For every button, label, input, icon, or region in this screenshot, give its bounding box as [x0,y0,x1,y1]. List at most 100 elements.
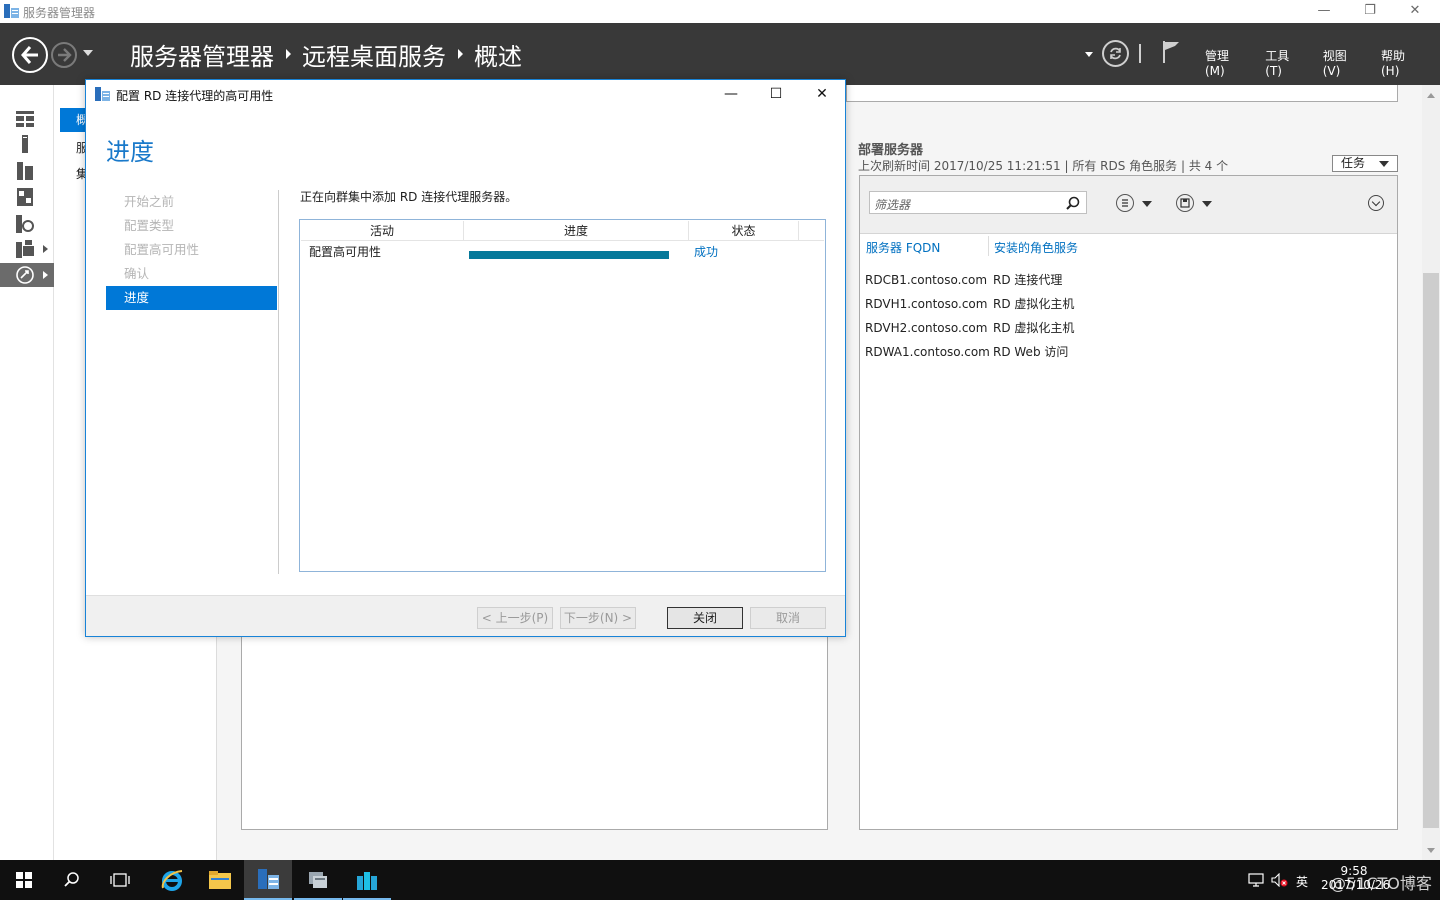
tasks-button[interactable]: 任务 [1332,155,1398,172]
expand-arrow-icon[interactable] [43,245,48,253]
progress-bar [469,251,669,259]
wizard-step: 开始之前 [124,194,175,209]
taskbar-explorer[interactable] [196,860,244,900]
table-row[interactable]: RDVH1.contoso.com RD 虚拟化主机 [865,295,1074,312]
chevron-down-icon[interactable] [1142,201,1152,207]
column-header-status[interactable]: 状态 [689,221,799,241]
collapse-panel-button[interactable] [1368,195,1384,211]
breadcrumb-item[interactable]: 服务器管理器 [130,37,274,72]
scrollbar-thumb[interactable] [1423,273,1439,828]
chevron-down-icon [1379,161,1389,167]
dialog-minimize-button[interactable]: — [708,80,754,108]
local-server-icon[interactable] [16,135,34,153]
task-view-button[interactable] [96,860,144,900]
arrow-left-icon [21,46,38,64]
table-row[interactable]: RDCB1.contoso.com RD 连接代理 [865,271,1062,288]
cancel-button[interactable]: 取消 [750,607,826,629]
previous-button[interactable]: < 上一步(P) [477,607,553,629]
ime-indicator[interactable]: 英 [1296,873,1308,890]
list-options-icon[interactable] [1116,194,1134,212]
scroll-up-icon[interactable] [1427,93,1435,98]
remote-desktop-app-icon [357,872,377,890]
breadcrumb-item[interactable]: 远程桌面服务 [302,37,446,72]
restore-button[interactable]: ❐ [1347,0,1393,23]
menu-view[interactable]: 视图(V) [1323,47,1362,78]
menu-help[interactable]: 帮助(H) [1381,47,1421,78]
close-window-button[interactable]: ✕ [1392,0,1438,23]
expand-arrow-icon[interactable] [43,271,48,279]
deployment-servers-panel: 筛选器 服务器 FQDN 安装的角色服务 RDCB1.contoso.com RD… [859,175,1398,830]
menu-manage[interactable]: 管理(M) [1205,47,1246,78]
header-divider [1139,44,1141,63]
status-cell: 成功 [694,245,719,259]
taskbar-server-manager[interactable] [244,860,292,900]
wizard-step: 确认 [124,266,150,281]
taskbar-hyperv-manager[interactable] [294,860,342,900]
breadcrumb-item[interactable]: 概述 [474,37,522,72]
vertical-scrollbar[interactable] [1422,85,1440,860]
hyperv-manager-icon [309,872,327,888]
network-icon[interactable] [1248,873,1264,887]
table-row[interactable]: RDWA1.contoso.com RD Web 访问 [865,343,1068,360]
left-nav [0,85,54,860]
overview-panel-edge [846,85,1398,102]
scroll-down-icon[interactable] [1427,848,1435,853]
print-services-icon[interactable] [16,240,34,258]
file-storage-icon[interactable] [16,188,34,206]
column-header-roles[interactable]: 安装的角色服务 [994,239,1078,256]
deployment-overview-panel [241,637,828,830]
history-dropdown-icon[interactable] [83,50,93,56]
servers-toolbar: 筛选器 [860,176,1397,234]
folder-icon [209,871,231,889]
dialog-titlebar: 配置 RD 连接代理的高可用性 — ☐ ✕ [86,80,845,108]
deployment-servers-title: 部署服务器 [858,143,924,158]
back-button[interactable] [12,37,48,73]
server-manager-icon [95,87,110,101]
window-titlebar: 服务器管理器 — ❐ ✕ [0,0,1440,23]
taskbar-ie[interactable] [148,860,196,900]
activity-cell: 配置高可用性 [309,245,382,259]
windows-logo-icon [16,872,32,888]
wizard-step-active[interactable]: 进度 [106,286,277,310]
wizard-step: 配置类型 [124,218,175,233]
configure-ha-dialog: 配置 RD 连接代理的高可用性 — ☐ ✕ 进度 开始之前 配置类型 配置高可用… [85,79,846,637]
page-title: 进度 [106,138,154,166]
header-dropdown-icon[interactable] [1085,52,1093,57]
dialog-close-button[interactable]: ✕ [799,80,845,108]
dialog-maximize-button[interactable]: ☐ [753,80,799,108]
wizard-step: 配置高可用性 [124,242,200,257]
minimize-button[interactable]: — [1301,0,1347,23]
taskbar-app[interactable] [343,860,391,900]
remote-desktop-services-item[interactable] [0,263,54,287]
notifications-flag-icon[interactable] [1162,40,1180,64]
refresh-button[interactable] [1102,40,1129,67]
filter-input[interactable]: 筛选器 [869,191,1087,214]
iis-icon[interactable] [16,215,34,233]
chevron-down-icon[interactable] [1202,201,1212,207]
all-servers-icon[interactable] [16,162,34,180]
internet-explorer-icon [161,870,183,891]
column-header-activity[interactable]: 活动 [301,221,464,241]
column-header-fqdn[interactable]: 服务器 FQDN [866,239,940,256]
volume-muted-icon[interactable] [1271,873,1289,887]
dialog-footer: < 上一步(P) 下一步(N) > 关闭 取消 [86,595,845,636]
breadcrumb-separator-icon [458,49,463,59]
column-divider[interactable] [988,236,989,256]
progress-description: 正在向群集中添加 RD 连接代理服务器。 [300,190,518,204]
taskbar: 英 [0,860,1440,900]
server-manager-icon [4,4,19,18]
forward-button[interactable] [51,42,77,68]
start-button[interactable] [0,860,48,900]
table-row[interactable]: RDVH2.contoso.com RD 虚拟化主机 [865,319,1074,336]
dashboard-icon[interactable] [16,110,34,128]
search-button[interactable] [48,860,96,900]
filter-placeholder: 筛选器 [874,198,911,212]
save-query-icon[interactable] [1176,194,1194,212]
close-button[interactable]: 关闭 [667,607,743,629]
column-header-progress[interactable]: 进度 [464,221,689,241]
menu-tools[interactable]: 工具(T) [1265,47,1303,78]
remote-desktop-icon [16,266,34,284]
search-icon[interactable] [1066,196,1080,210]
subnav-item-overview[interactable]: 概 [60,108,88,132]
next-button[interactable]: 下一步(N) > [560,607,636,629]
